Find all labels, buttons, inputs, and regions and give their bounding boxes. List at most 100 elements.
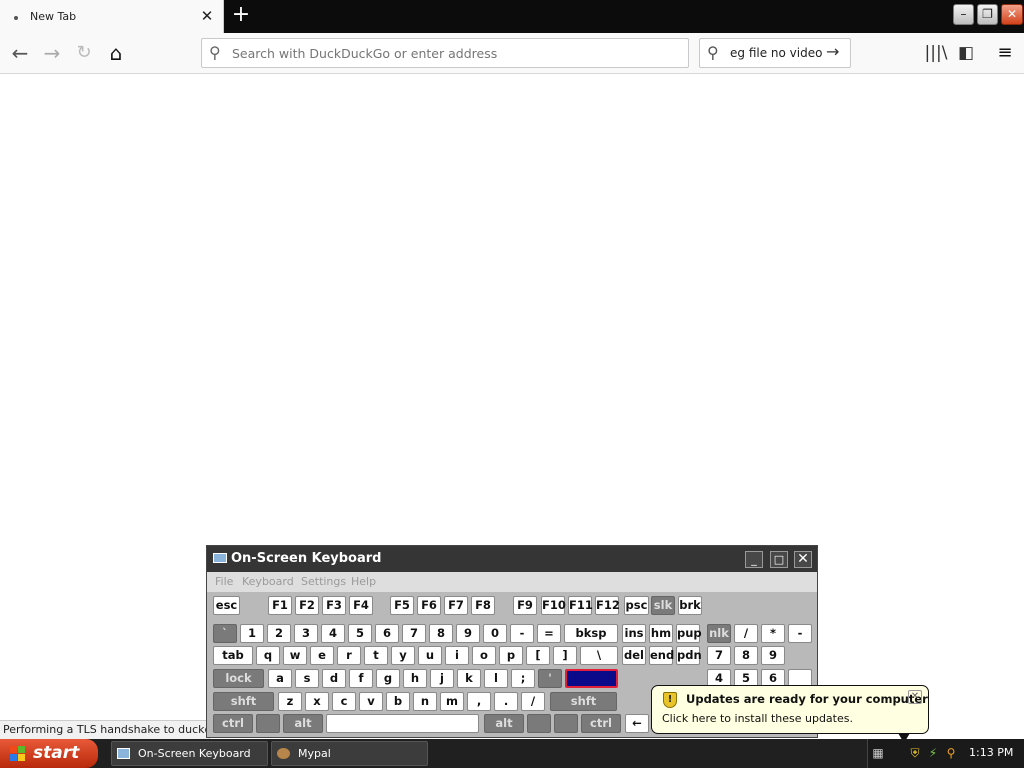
osk-key[interactable]: d <box>322 669 346 688</box>
osk-key[interactable]: nlk <box>707 624 731 643</box>
osk-key[interactable]: 8 <box>429 624 453 643</box>
osk-key[interactable]: w <box>283 646 307 665</box>
osk-key[interactable]: 2 <box>267 624 291 643</box>
osk-menu-settings[interactable]: Settings <box>301 575 346 588</box>
osk-key[interactable]: j <box>430 669 454 688</box>
network-icon[interactable]: ⚡ <box>926 746 940 760</box>
osk-key[interactable]: 9 <box>761 646 785 665</box>
osk-key[interactable]: t <box>364 646 388 665</box>
osk-key[interactable]: y <box>391 646 415 665</box>
osk-key[interactable]: ctrl <box>213 714 253 733</box>
new-tab-button[interactable]: + <box>230 4 252 28</box>
osk-key[interactable]: v <box>359 692 383 711</box>
osk-key[interactable]: end <box>649 646 674 665</box>
osk-key[interactable]: 9 <box>456 624 480 643</box>
taskbar-item-mypal[interactable]: Mypal <box>271 741 428 766</box>
osk-key[interactable]: esc <box>213 596 240 615</box>
osk-key[interactable] <box>256 714 280 733</box>
window-close-button[interactable]: ✕ <box>1001 4 1023 25</box>
osk-key[interactable]: s <box>295 669 319 688</box>
osk-key[interactable]: ctrl <box>581 714 621 733</box>
osk-key[interactable]: tab <box>213 646 253 665</box>
osk-key[interactable]: = <box>537 624 561 643</box>
osk-key[interactable]: alt <box>484 714 524 733</box>
osk-key[interactable]: F8 <box>471 596 495 615</box>
osk-key[interactable]: n <box>413 692 437 711</box>
address-bar[interactable]: ⚲ <box>201 38 689 68</box>
osk-key[interactable]: 8 <box>734 646 758 665</box>
osk-key[interactable]: z <box>278 692 302 711</box>
forward-button[interactable]: → <box>38 39 66 67</box>
keyboard-tray-icon[interactable]: ▦ <box>871 746 885 760</box>
osk-key[interactable]: alt <box>283 714 323 733</box>
osk-key[interactable]: / <box>734 624 758 643</box>
tab-close-icon[interactable]: ✕ <box>199 7 215 25</box>
library-icon[interactable]: |||\ <box>922 39 950 67</box>
osk-key[interactable]: a <box>268 669 292 688</box>
back-button[interactable]: ← <box>6 39 34 67</box>
osk-key[interactable]: / <box>521 692 545 711</box>
osk-key[interactable]: 1 <box>240 624 264 643</box>
osk-key[interactable]: g <box>376 669 400 688</box>
osk-key[interactable]: lock <box>213 669 264 688</box>
osk-title-bar[interactable]: On-Screen Keyboard _ □ ✕ <box>207 546 817 572</box>
osk-key[interactable]: F3 <box>322 596 346 615</box>
osk-key[interactable]: F9 <box>513 596 537 615</box>
osk-key[interactable]: p <box>499 646 523 665</box>
search-go-icon[interactable]: → <box>826 42 839 61</box>
taskbar-item-on-screen-keyboard[interactable]: On-Screen Keyboard <box>111 741 268 766</box>
osk-key[interactable]: F11 <box>568 596 593 615</box>
osk-key[interactable]: 7 <box>707 646 731 665</box>
window-minimize-button[interactable]: – <box>953 4 974 25</box>
osk-key[interactable] <box>527 714 551 733</box>
osk-key[interactable]: , <box>467 692 491 711</box>
address-input[interactable] <box>232 44 672 62</box>
osk-key[interactable]: F12 <box>595 596 620 615</box>
osk-key[interactable]: h <box>403 669 427 688</box>
osk-key[interactable]: brk <box>678 596 702 615</box>
osk-key[interactable]: c <box>332 692 356 711</box>
osk-key[interactable]: slk <box>651 596 675 615</box>
osk-menu-help[interactable]: Help <box>351 575 376 588</box>
osk-key[interactable]: del <box>622 646 646 665</box>
home-button[interactable]: ⌂ <box>102 39 130 67</box>
start-button[interactable]: start <box>0 739 98 768</box>
osk-key[interactable]: k <box>457 669 481 688</box>
osk-key[interactable]: b <box>386 692 410 711</box>
osk-key[interactable]: f <box>349 669 373 688</box>
osk-key[interactable]: q <box>256 646 280 665</box>
osk-key[interactable]: shft <box>213 692 274 711</box>
osk-key[interactable]: [ <box>526 646 550 665</box>
osk-key[interactable]: x <box>305 692 329 711</box>
osk-key[interactable]: F5 <box>390 596 414 615</box>
osk-key[interactable]: ' <box>538 669 562 688</box>
update-notification[interactable]: ! Updates are ready for your computer Cl… <box>651 685 929 734</box>
osk-key[interactable]: 3 <box>294 624 318 643</box>
osk-key[interactable]: F4 <box>349 596 373 615</box>
osk-key[interactable]: 5 <box>348 624 372 643</box>
osk-key[interactable]: hm <box>649 624 673 643</box>
hamburger-menu-icon[interactable]: ≡ <box>991 39 1019 67</box>
osk-key[interactable]: 4 <box>321 624 345 643</box>
osk-close-button[interactable]: ✕ <box>794 551 812 568</box>
osk-key[interactable]: F2 <box>295 596 319 615</box>
osk-key[interactable]: o <box>472 646 496 665</box>
osk-key[interactable]: 7 <box>402 624 426 643</box>
osk-key[interactable] <box>326 714 479 733</box>
osk-key[interactable]: l <box>484 669 508 688</box>
osk-key[interactable]: F1 <box>268 596 292 615</box>
notification-body[interactable]: Click here to install these updates. <box>662 712 853 725</box>
osk-key[interactable]: e <box>310 646 334 665</box>
osk-key[interactable]: ← <box>625 714 649 733</box>
osk-maximize-button[interactable]: □ <box>770 551 788 568</box>
search-tray-icon[interactable]: ⚲ <box>944 746 958 760</box>
osk-key[interactable]: * <box>761 624 785 643</box>
osk-menu-file[interactable]: File <box>215 575 233 588</box>
osk-key[interactable]: shft <box>550 692 617 711</box>
security-shield-icon[interactable]: ⛨ <box>908 746 922 760</box>
search-box-value[interactable]: eg file no video <box>730 46 822 60</box>
osk-key[interactable]: pdn <box>676 646 702 665</box>
osk-key[interactable]: 0 <box>483 624 507 643</box>
osk-key[interactable] <box>554 714 578 733</box>
osk-key[interactable]: i <box>445 646 469 665</box>
